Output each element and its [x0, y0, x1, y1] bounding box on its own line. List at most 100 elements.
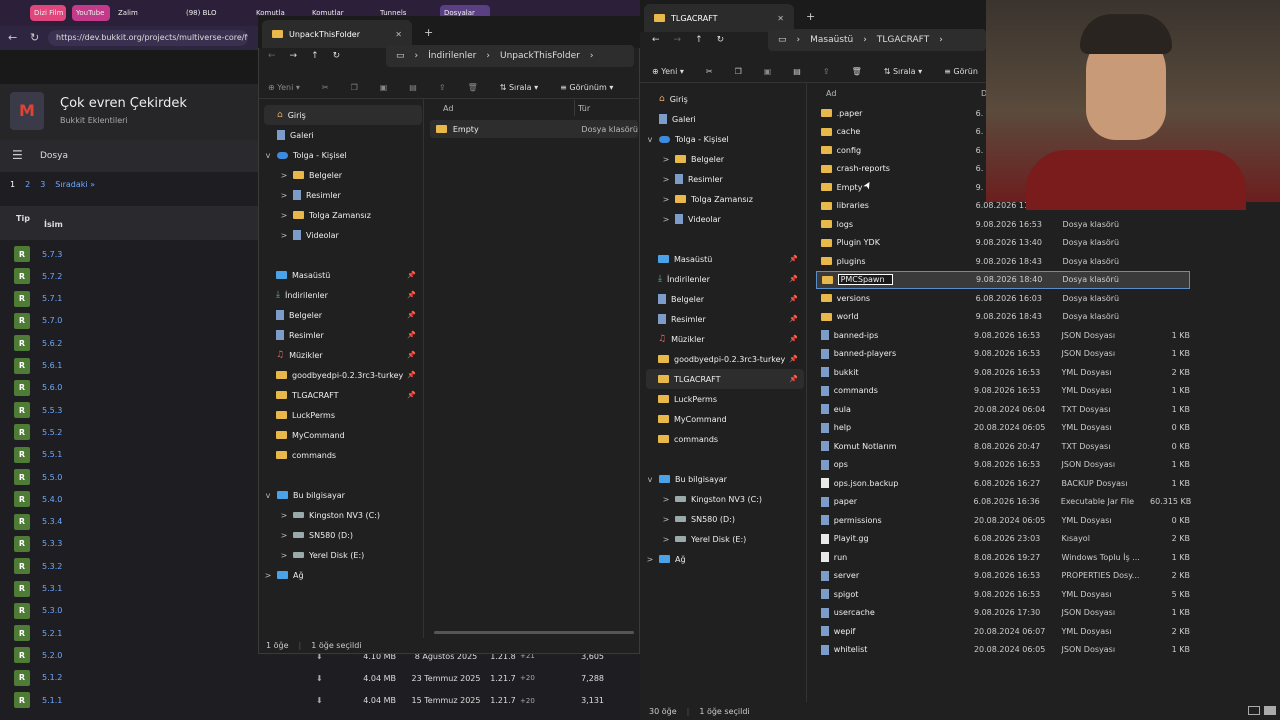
expand-chevron-icon[interactable]: v: [646, 475, 654, 484]
cut-icon[interactable]: ✂: [322, 83, 329, 92]
version-row[interactable]: R 5.7.0: [14, 311, 264, 331]
download-icon[interactable]: ⬇: [316, 696, 336, 705]
quick-access-item[interactable]: Masaüstü 📌: [646, 249, 804, 269]
nav-item-drive[interactable]: > SN580 (D:): [264, 525, 422, 545]
tiles-view-icon[interactable]: [1264, 706, 1276, 715]
pin-icon[interactable]: 📌: [407, 351, 416, 359]
crumb-tlgacraft[interactable]: TLGACRAFT: [877, 35, 929, 45]
nav-item[interactable]: Galeri: [264, 125, 422, 145]
nav-item[interactable]: ⌂ Giriş: [264, 105, 422, 125]
crumb-unpack[interactable]: UnpackThisFolder: [500, 51, 580, 61]
version-link[interactable]: 5.5.1: [42, 450, 62, 459]
version-link[interactable]: 5.7.3: [42, 250, 62, 259]
nav-item-drive[interactable]: > SN580 (D:): [646, 509, 804, 529]
file-row[interactable]: wepif 20.08.2024 06:07 YML Dosyası 2 KB: [816, 622, 1190, 640]
version-link[interactable]: 5.5.3: [42, 406, 62, 415]
horizontal-scrollbar[interactable]: [434, 631, 634, 634]
pin-icon[interactable]: 📌: [789, 275, 798, 283]
quick-access-item[interactable]: ♫ Müzikler 📌: [264, 345, 422, 365]
pin-icon[interactable]: 📌: [407, 271, 416, 279]
pin-icon[interactable]: 📌: [789, 375, 798, 383]
expand-chevron-icon[interactable]: >: [264, 571, 272, 580]
nav-item[interactable]: > Videolar: [264, 225, 422, 245]
file-row[interactable]: plugins 9.08.2026 18:43 Dosya klasörü: [816, 252, 1190, 270]
expand-chevron-icon[interactable]: >: [662, 495, 670, 504]
expand-chevron-icon[interactable]: >: [662, 535, 670, 544]
expand-chevron-icon[interactable]: >: [280, 511, 288, 520]
version-row[interactable]: R 5.1.2: [14, 668, 264, 688]
sort-button[interactable]: ⇅ Sırala ▾: [500, 83, 538, 92]
file-row[interactable]: Playit.gg 6.08.2026 23:03 Kısayol 2 KB: [816, 530, 1190, 548]
paste-icon[interactable]: ▣: [380, 83, 388, 92]
pin-icon[interactable]: 📌: [407, 311, 416, 319]
version-link[interactable]: 5.1.2: [42, 673, 62, 682]
quick-access-item[interactable]: MyCommand: [264, 425, 422, 445]
version-link[interactable]: 5.2.1: [42, 629, 62, 638]
expand-chevron-icon[interactable]: >: [646, 555, 654, 564]
file-row[interactable]: spigot 9.08.2026 16:53 YML Dosyası 5 KB: [816, 585, 1190, 603]
download-icon[interactable]: ⬇: [316, 674, 336, 683]
expand-chevron-icon[interactable]: >: [280, 231, 288, 240]
pin-icon[interactable]: 📌: [789, 335, 798, 343]
delete-icon[interactable]: 🗑: [468, 83, 478, 92]
expand-chevron-icon[interactable]: >: [662, 195, 670, 204]
version-row[interactable]: R 5.3.3: [14, 534, 264, 554]
file-row[interactable]: usercache 9.08.2026 17:30 JSON Dosyası 1 KB: [816, 604, 1190, 622]
nav-item-drive[interactable]: > Kingston NV3 (C:): [264, 505, 422, 525]
version-row[interactable]: R 5.1.1: [14, 690, 264, 710]
file-row[interactable]: permissions 20.08.2024 06:05 YML Dosyası 0 …: [816, 511, 1190, 529]
back-icon[interactable]: ←: [8, 31, 17, 44]
version-link[interactable]: 5.3.4: [42, 517, 62, 526]
version-row[interactable]: R 5.5.0: [14, 467, 264, 487]
nav-item-this-pc[interactable]: v Bu bilgisayar: [264, 485, 422, 505]
nav-item-this-pc[interactable]: v Bu bilgisayar: [646, 469, 804, 489]
new-tab-icon[interactable]: +: [424, 26, 433, 39]
expand-chevron-icon[interactable]: >: [662, 155, 670, 164]
rename-icon[interactable]: ▤: [793, 67, 801, 76]
file-row[interactable]: help 20.08.2024 06:05 YML Dosyası 0 KB: [816, 419, 1190, 437]
view-button[interactable]: ≡ Görünüm ▾: [560, 83, 613, 92]
nav-item[interactable]: > Tolga Zamansız: [646, 189, 804, 209]
version-row[interactable]: R 5.4.0: [14, 489, 264, 509]
version-row[interactable]: R 5.7.3: [14, 244, 264, 264]
expand-chevron-icon[interactable]: >: [280, 191, 288, 200]
pin-icon[interactable]: 📌: [789, 255, 798, 263]
page-3[interactable]: 3: [40, 180, 45, 189]
version-link[interactable]: 5.6.2: [42, 339, 62, 348]
version-link[interactable]: 5.3.3: [42, 539, 62, 548]
quick-access-item[interactable]: TLGACRAFT 📌: [646, 369, 804, 389]
reload-icon[interactable]: ↻: [30, 31, 39, 44]
new-tab-icon[interactable]: +: [806, 10, 815, 23]
version-link[interactable]: 5.7.1: [42, 294, 62, 303]
quick-access-item[interactable]: Belgeler 📌: [646, 289, 804, 309]
refresh-icon[interactable]: ↻: [333, 51, 341, 61]
expand-chevron-icon[interactable]: v: [264, 491, 272, 500]
version-row[interactable]: R 5.6.2: [14, 333, 264, 353]
version-link[interactable]: 5.2.0: [42, 651, 62, 660]
quick-access-item[interactable]: commands: [264, 445, 422, 465]
quick-access-item[interactable]: goodbyedpi-0.2.3rc3-turkey 📌: [646, 349, 804, 369]
file-row[interactable]: Plugin YDK 9.08.2026 13:40 Dosya klasörü: [816, 234, 1190, 252]
file-row[interactable]: commands 9.08.2026 16:53 YML Dosyası 1 KB: [816, 382, 1190, 400]
file-row[interactable]: banned-ips 9.08.2026 16:53 JSON Dosyası 1 K…: [816, 326, 1190, 344]
quick-access-item[interactable]: Belgeler 📌: [264, 305, 422, 325]
file-row[interactable]: PMCSpawn 9.08.2026 18:40 Dosya klasörü: [816, 270, 1190, 289]
breadcrumb[interactable]: ▭ › İndirilenler › UnpackThisFolder ›: [386, 45, 634, 67]
up-icon[interactable]: ↑: [311, 51, 319, 61]
browser-tab[interactable]: (98) BLO: [182, 5, 240, 21]
version-link[interactable]: 5.3.2: [42, 562, 62, 571]
close-tab-icon[interactable]: ✕: [777, 14, 784, 23]
copy-icon[interactable]: ❐: [735, 67, 742, 76]
expand-chevron-icon[interactable]: >: [280, 531, 288, 540]
file-row[interactable]: run 8.08.2026 19:27 Windows Toplu İş ... 1 …: [816, 548, 1190, 566]
quick-access-item[interactable]: LuckPerms: [264, 405, 422, 425]
version-row[interactable]: R 5.3.2: [14, 556, 264, 576]
file-row[interactable]: logs 9.08.2026 16:53 Dosya klasörü: [816, 215, 1190, 233]
new-button[interactable]: ⊕ Yeni ▾: [652, 67, 684, 76]
version-link[interactable]: 5.6.0: [42, 383, 62, 392]
crumb-desktop[interactable]: Masaüstü: [810, 35, 853, 45]
breadcrumb[interactable]: ▭ › Masaüstü › TLGACRAFT ›: [768, 29, 986, 51]
page-1[interactable]: 1: [10, 180, 15, 189]
nav-item[interactable]: v Tolga - Kişisel: [646, 129, 804, 149]
quick-access-item[interactable]: MyCommand: [646, 409, 804, 429]
